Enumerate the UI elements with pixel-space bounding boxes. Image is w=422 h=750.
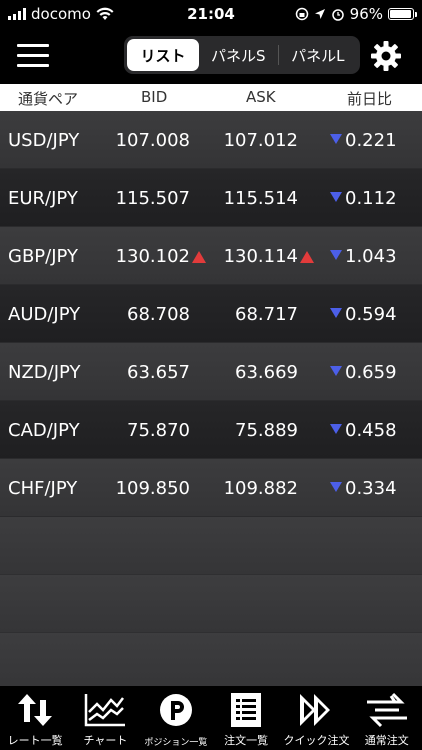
rate-row[interactable]: NZD/JPY 63.657 63.669 0.659 [0, 343, 422, 401]
tab-rate-list[interactable]: レート一覧 [0, 686, 70, 750]
down-arrow-icon [330, 482, 342, 492]
change-text: 0.221 [345, 130, 397, 151]
bid-value: 75.870 [127, 420, 190, 441]
change-value: 0.334 [330, 478, 397, 499]
rate-row[interactable]: GBP/JPY 130.102 130.114 1.043 [0, 227, 422, 285]
header-change: 前日比 [347, 90, 393, 108]
tab-panel-s[interactable]: パネルS [199, 39, 278, 71]
tab-list[interactable]: リスト [127, 39, 199, 71]
currency-pair: EUR/JPY [8, 188, 78, 209]
change-text: 0.112 [345, 188, 397, 209]
change-text: 1.043 [345, 246, 397, 267]
change-value: 0.458 [330, 420, 397, 441]
up-arrow-icon [300, 251, 314, 263]
change-text: 0.659 [345, 362, 397, 383]
battery-percent: 96% [349, 5, 383, 23]
change-text: 0.458 [345, 420, 397, 441]
order-list-icon [231, 693, 262, 727]
change-value: 0.221 [330, 130, 397, 151]
change-value: 1.043 [330, 246, 397, 267]
tab-quick-order[interactable]: クイック注文 [281, 686, 351, 750]
tab-label: クイック注文 [283, 734, 350, 747]
currency-pair: GBP/JPY [8, 246, 78, 267]
battery-fill [390, 10, 412, 18]
quick-order-icon [300, 694, 331, 726]
change-text: 0.594 [345, 304, 397, 325]
tab-normal-order[interactable]: 通常注文 [352, 686, 422, 750]
ask-value: 109.882 [223, 478, 298, 499]
change-value: 0.659 [330, 362, 397, 383]
header-bid: BID [141, 88, 168, 106]
bid-value: 109.850 [115, 478, 190, 499]
rate-row[interactable]: CHF/JPY 109.850 109.882 0.334 [0, 459, 422, 517]
ask-value: 107.012 [223, 130, 298, 151]
ask-value: 68.717 [235, 304, 298, 325]
change-value: 0.594 [330, 304, 397, 325]
down-arrow-icon [330, 134, 342, 144]
location-icon [314, 9, 325, 19]
tab-order-list[interactable]: 注文一覧 [211, 686, 281, 750]
status-right: 96% [295, 5, 417, 23]
rate-list: USD/JPY 107.008 107.012 0.221 EUR/JPY 115.507… [0, 111, 422, 691]
tab-panel-l[interactable]: パネルL [279, 39, 358, 71]
empty-row [0, 575, 422, 633]
currency-pair: USD/JPY [8, 130, 80, 151]
down-arrow-icon [330, 308, 342, 318]
currency-pair: CHF/JPY [8, 478, 78, 499]
down-arrow-icon [330, 250, 342, 260]
status-bar: docomo 21:04 96% [0, 0, 422, 30]
header-ask: ASK [246, 88, 276, 106]
down-arrow-icon [330, 192, 342, 202]
currency-pair: CAD/JPY [8, 420, 80, 441]
currency-pair: AUD/JPY [8, 304, 81, 325]
rate-row[interactable]: AUD/JPY 68.708 68.717 0.594 [0, 285, 422, 343]
rate-row[interactable]: EUR/JPY 115.507 115.514 0.112 [0, 169, 422, 227]
ask-value: 75.889 [235, 420, 298, 441]
tab-position[interactable]: ポジション一覧 [141, 686, 211, 750]
chart-icon [85, 694, 126, 727]
column-headers: 通貨ペア BID ASK 前日比 [0, 84, 422, 111]
nav-bar: リスト パネルS パネルL [0, 30, 422, 84]
bid-value: 107.008 [115, 130, 190, 151]
normal-order-icon [366, 692, 407, 728]
change-text: 0.334 [345, 478, 397, 499]
ask-value: 63.669 [235, 362, 298, 383]
down-arrow-icon [330, 424, 342, 434]
tab-label: レート一覧 [7, 734, 63, 747]
empty-row [0, 633, 422, 691]
rate-list-icon [18, 694, 53, 726]
empty-row [0, 517, 422, 575]
header-pair: 通貨ペア [18, 90, 79, 108]
battery-icon [388, 8, 417, 20]
down-arrow-icon [330, 366, 342, 376]
tab-label: 通常注文 [364, 734, 409, 747]
up-arrow-icon [192, 251, 206, 263]
bid-value: 68.708 [127, 304, 190, 325]
view-segmented-control: リスト パネルS パネルL [124, 36, 360, 74]
ask-value: 115.514 [223, 188, 298, 209]
tab-label: 注文一覧 [224, 734, 269, 747]
tab-chart[interactable]: チャート [70, 686, 140, 750]
bottom-tab-bar: レート一覧 チャート ポジション一覧 注文一覧 クイック注文 通常注文 [0, 686, 422, 750]
bid-value: 130.102 [115, 246, 190, 267]
menu-icon[interactable] [17, 42, 49, 70]
gear-icon[interactable] [370, 40, 402, 72]
alarm-icon [331, 9, 344, 21]
bid-value: 63.657 [127, 362, 190, 383]
tab-label: ポジション一覧 [144, 738, 208, 748]
position-icon [159, 694, 192, 726]
change-value: 0.112 [330, 188, 397, 209]
tab-label: チャート [83, 734, 128, 747]
bid-value: 115.507 [115, 188, 190, 209]
currency-pair: NZD/JPY [8, 362, 81, 383]
ask-value: 130.114 [223, 246, 298, 267]
orientation-lock-icon [295, 7, 308, 21]
rate-row[interactable]: USD/JPY 107.008 107.012 0.221 [0, 111, 422, 169]
rate-row[interactable]: CAD/JPY 75.870 75.889 0.458 [0, 401, 422, 459]
